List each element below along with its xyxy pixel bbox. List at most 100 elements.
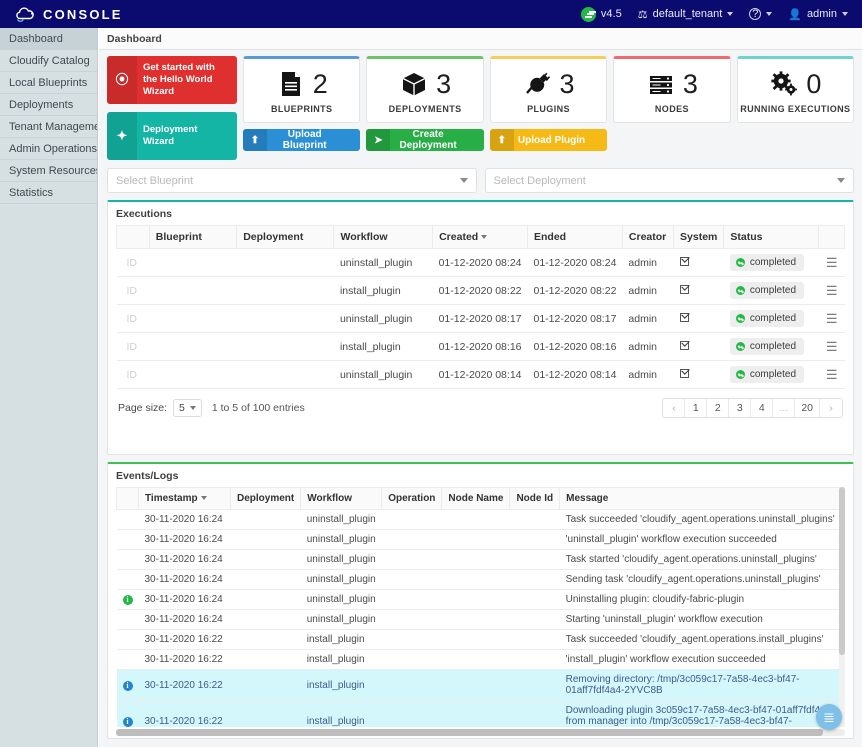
th-operation[interactable]: Operation — [382, 488, 442, 510]
th-log-deployment[interactable]: Deployment — [231, 488, 301, 510]
events-scrollbar-thumb[interactable] — [839, 487, 845, 655]
cell-timestamp: 30-11-2020 16:22 — [139, 701, 231, 728]
chevron-down-icon — [460, 178, 468, 183]
th-node-id[interactable]: Node Id — [510, 488, 560, 510]
th-system[interactable]: System — [674, 226, 724, 249]
th-deployment[interactable]: Deployment — [237, 226, 334, 249]
sidebar-item-tenant-management[interactable]: Tenant Management — [0, 116, 97, 138]
cell-deployment — [237, 249, 334, 277]
tenant-selector[interactable]: ⚖ default_tenant — [638, 8, 734, 21]
log-row[interactable]: i 30-11-2020 16:22 install_plugin Removi… — [117, 670, 845, 701]
sidebar-item-cloudify-catalog[interactable]: Cloudify Catalog — [0, 50, 97, 72]
pagination-page-20[interactable]: 20 — [795, 399, 820, 417]
select-blueprint-dropdown[interactable]: Select Blueprint — [107, 168, 477, 193]
plugins-count: 3 — [560, 71, 575, 98]
create-deployment-button[interactable]: ➤ Create Deployment — [366, 129, 483, 151]
entries-label: 1 to 5 of 100 entries — [212, 402, 305, 414]
cell-node-id — [510, 590, 560, 610]
help-circle-icon: ? — [749, 8, 761, 20]
brand[interactable]: CONSOLE — [0, 6, 123, 22]
filter-row: Select Blueprint Select Deployment — [107, 168, 854, 193]
table-row[interactable]: ID uninstall_plugin 01-12-2020 08:17 01-… — [117, 305, 845, 333]
running-executions-tile[interactable]: 0 RUNNING EXECUTIONS — [737, 56, 854, 123]
running-executions-label: RUNNING EXECUTIONS — [740, 104, 850, 114]
pagination-page-2[interactable]: 2 — [707, 399, 729, 417]
th-ended[interactable]: Ended — [528, 226, 623, 249]
th-blueprint[interactable]: Blueprint — [149, 226, 236, 249]
row-menu-button[interactable]: ☰ — [819, 361, 845, 389]
th-message[interactable]: Message — [560, 488, 845, 510]
sidebar-item-system-resources[interactable]: System Resources — [0, 160, 97, 182]
th-timestamp[interactable]: Timestamp — [139, 488, 231, 510]
page-size-select[interactable]: 5 — [173, 399, 202, 417]
sidebar-item-deployments[interactable]: Deployments — [0, 94, 97, 116]
th-log-workflow[interactable]: Workflow — [301, 488, 382, 510]
log-row[interactable]: i 30-11-2020 16:22 install_plugin Downlo… — [117, 701, 845, 728]
sidebar-item-statistics[interactable]: Statistics — [0, 182, 97, 204]
cell-deployment — [237, 277, 334, 305]
th-node-name[interactable]: Node Name — [442, 488, 510, 510]
executions-title: Executions — [108, 202, 853, 225]
sidebar-item-local-blueprints[interactable]: Local Blueprints — [0, 72, 97, 94]
log-row[interactable]: 30-11-2020 16:22 install_plugin 'install… — [117, 650, 845, 670]
table-row[interactable]: ID install_plugin 01-12-2020 08:22 01-12… — [117, 277, 845, 305]
events-horizontal-scrollbar[interactable] — [116, 729, 845, 736]
upload-plugin-button[interactable]: ⬆ Upload Plugin — [490, 129, 607, 151]
pagination-next[interactable]: › — [820, 399, 842, 417]
hello-world-wizard-label: Get started with the Hello World Wizard — [137, 62, 237, 98]
table-row[interactable]: ID uninstall_plugin 01-12-2020 08:24 01-… — [117, 249, 845, 277]
pagination-page-1[interactable]: 1 — [685, 399, 707, 417]
deployments-tile[interactable]: 3 DEPLOYMENTS — [366, 56, 483, 123]
row-menu-button[interactable]: ☰ — [819, 277, 845, 305]
th-creator[interactable]: Creator — [622, 226, 673, 249]
running-executions-widget: 0 RUNNING EXECUTIONS — [737, 56, 854, 151]
events-logs-scroll-area[interactable]: Timestamp Deployment Workflow Operation … — [116, 487, 845, 727]
cell-node-name — [442, 550, 510, 570]
row-menu-button[interactable]: ☰ — [819, 305, 845, 333]
plugins-tile[interactable]: 3 PLUGINS — [490, 56, 607, 123]
cell-operation — [382, 670, 442, 701]
hello-world-wizard-button[interactable]: ⦿ Get started with the Hello World Wizar… — [107, 56, 237, 104]
nodes-tile-main: 3 — [646, 67, 698, 101]
expand-fab-button[interactable]: ≣ — [816, 704, 842, 730]
cell-timestamp: 30-11-2020 16:24 — [139, 530, 231, 550]
upload-blueprint-button[interactable]: ⬆ Upload Blueprint — [243, 129, 360, 151]
help-menu[interactable]: ? — [749, 8, 772, 20]
log-row[interactable]: 30-11-2020 16:24 uninstall_plugin Task s… — [117, 550, 845, 570]
blueprints-tile[interactable]: 2 BLUEPRINTS — [243, 56, 360, 123]
th-status[interactable]: Status — [724, 226, 819, 249]
log-row[interactable]: 30-11-2020 16:22 install_plugin Task suc… — [117, 630, 845, 650]
nodes-tile[interactable]: 3 NODES — [613, 56, 730, 123]
events-vertical-scrollbar[interactable] — [839, 487, 845, 727]
th-actions — [819, 226, 845, 249]
log-row[interactable]: i 30-11-2020 16:24 uninstall_plugin Unin… — [117, 590, 845, 610]
log-row[interactable]: 30-11-2020 16:24 uninstall_plugin 'unins… — [117, 530, 845, 550]
sidebar-item-dashboard[interactable]: Dashboard — [0, 28, 97, 50]
pagination-page-3[interactable]: 3 — [729, 399, 751, 417]
th-created[interactable]: Created — [433, 226, 528, 249]
log-row[interactable]: 30-11-2020 16:24 uninstall_plugin Starti… — [117, 610, 845, 630]
select-deployment-dropdown[interactable]: Select Deployment — [485, 168, 855, 193]
table-row[interactable]: ID install_plugin 01-12-2020 08:16 01-12… — [117, 333, 845, 361]
sidebar-item-admin-operations[interactable]: Admin Operations — [0, 138, 97, 160]
pagination-prev[interactable]: ‹ — [663, 399, 685, 417]
user-menu[interactable]: 👤 admin — [788, 8, 848, 21]
log-row[interactable]: 30-11-2020 16:24 uninstall_plugin Task s… — [117, 510, 845, 530]
version-indicator: v4.5 — [581, 7, 622, 22]
user-icon: 👤 — [788, 8, 802, 21]
events-hscrollbar-thumb[interactable] — [116, 729, 823, 736]
deployment-wizard-button[interactable]: ✦ Deployment Wizard — [107, 112, 237, 160]
cell-created: 01-12-2020 08:24 — [433, 249, 528, 277]
th-workflow[interactable]: Workflow — [334, 226, 433, 249]
cell-node-id — [510, 510, 560, 530]
cell-operation — [382, 630, 442, 650]
cell-workflow: uninstall_plugin — [334, 305, 433, 333]
row-menu-button[interactable]: ☰ — [819, 333, 845, 361]
pagination-page-4[interactable]: 4 — [751, 399, 773, 417]
log-row[interactable]: 30-11-2020 16:24 uninstall_plugin Sendin… — [117, 570, 845, 590]
cloud-logo-icon — [14, 6, 36, 22]
table-row[interactable]: ID uninstall_plugin 01-12-2020 08:14 01-… — [117, 361, 845, 389]
cell-message: 'install_plugin' workflow execution succ… — [560, 650, 845, 670]
row-menu-button[interactable]: ☰ — [819, 249, 845, 277]
th-log-icon — [117, 488, 139, 510]
